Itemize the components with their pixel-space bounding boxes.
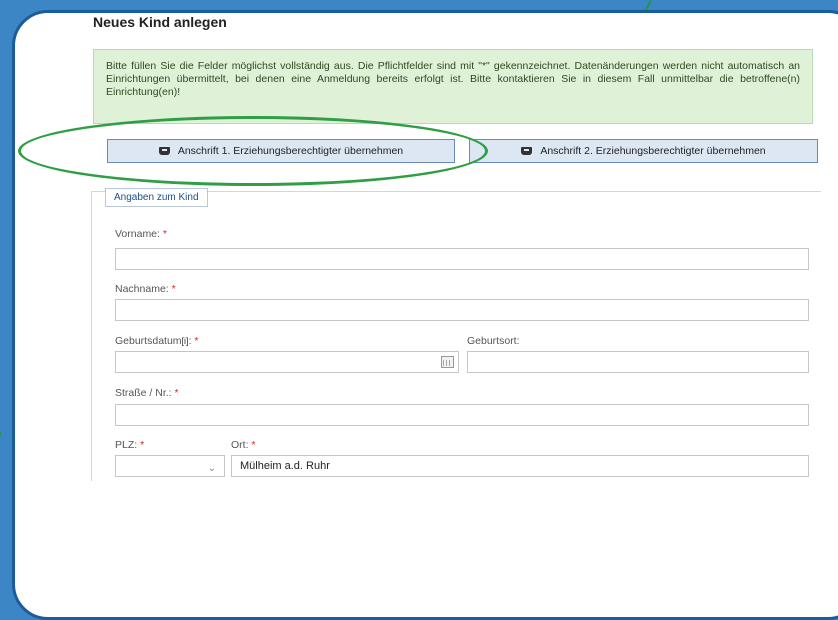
strasse-label: Straße / Nr.: * <box>115 387 179 399</box>
geburtsdatum-label: Geburtsdatum[i]: * <box>115 335 199 347</box>
notice-box: Bitte füllen Sie die Felder möglichst vo… <box>93 49 813 124</box>
plz-label: PLZ: * <box>115 439 145 451</box>
chevron-down-icon: ⌄ <box>207 463 216 474</box>
decorative-line-left <box>0 432 2 458</box>
copy-guardian-2-label: Anschrift 2. Erziehungsberechtigter über… <box>540 145 766 157</box>
child-details-section <box>91 191 821 481</box>
vorname-label: Vorname: * <box>115 228 167 240</box>
address-card-icon <box>521 147 533 155</box>
nachname-label: Nachname: * <box>115 283 176 295</box>
vorname-input[interactable] <box>115 248 809 270</box>
copy-guardian-1-label: Anschrift 1. Erziehungsberechtigter über… <box>177 145 404 157</box>
strasse-input[interactable] <box>115 404 809 426</box>
address-card-icon <box>158 147 170 155</box>
geburtsdatum-input[interactable] <box>115 351 459 373</box>
section-legend: Angaben zum Kind <box>105 188 208 207</box>
geburtsort-label: Geburtsort: <box>467 335 520 347</box>
copy-guardian-1-address-button[interactable]: Anschrift 1. Erziehungsberechtigter über… <box>107 139 455 163</box>
plz-select[interactable]: ⌄ <box>115 455 225 477</box>
copy-guardian-2-address-button[interactable]: Anschrift 2. Erziehungsberechtigter über… <box>469 139 818 163</box>
calendar-icon[interactable] <box>441 356 454 368</box>
ort-input[interactable]: Mülheim a.d. Ruhr <box>231 455 809 477</box>
nachname-input[interactable] <box>115 299 809 321</box>
ort-label: Ort: * <box>231 439 256 451</box>
info-icon[interactable]: [i] <box>182 336 189 346</box>
page-title: Neues Kind anlegen <box>93 14 227 30</box>
geburtsort-input[interactable] <box>467 351 809 373</box>
